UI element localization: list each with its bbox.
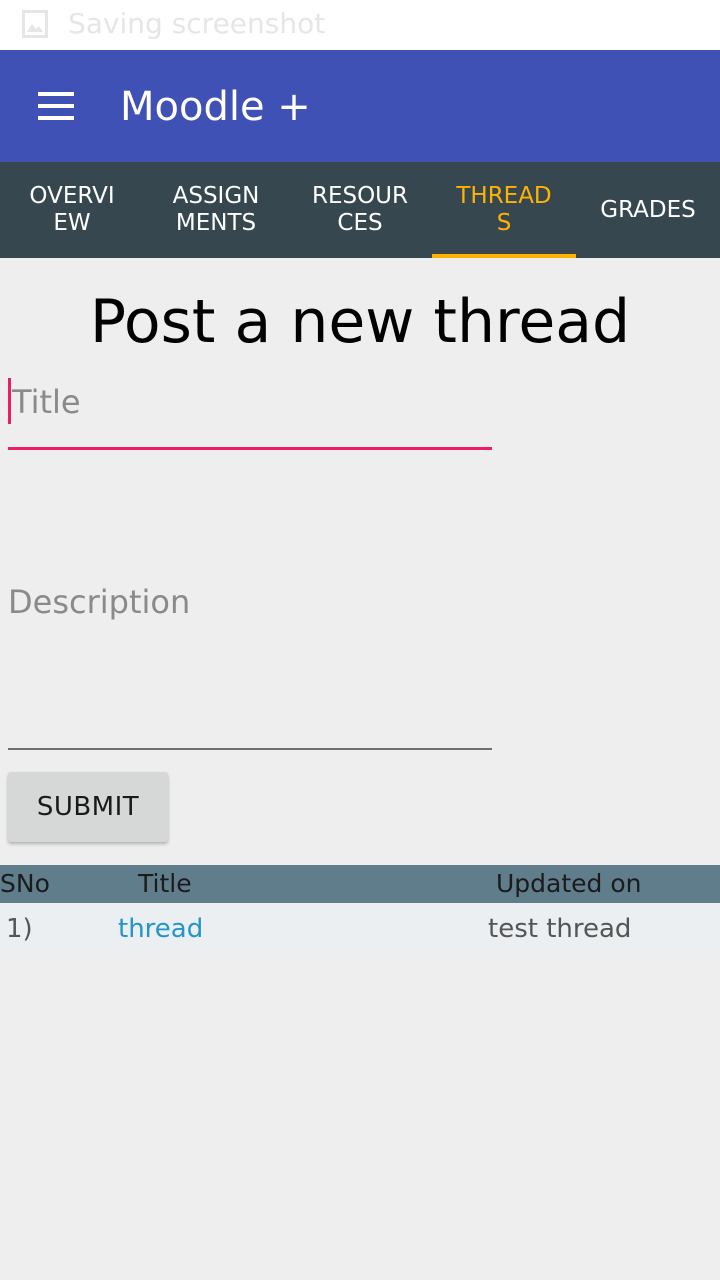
tab-label-line: ASSIGN [172,183,260,209]
active-tab-indicator [432,254,576,258]
page-title: Post a new thread [89,287,631,357]
tab-label-line: OVERVI [29,183,115,209]
status-bar: Saving screenshot [0,0,720,50]
tab-resources[interactable]: RESOUR CES [288,162,432,258]
title-underline [8,447,492,450]
tab-label-line: EW [53,210,91,236]
table-row: 1) thread test thread [0,903,720,951]
tab-label-line: GRADES [600,196,696,223]
thread-title-link[interactable]: thread [118,903,203,955]
description-input[interactable]: Description [8,578,492,750]
description-placeholder: Description [8,583,191,621]
column-header-updated: Updated on [496,869,642,898]
app-title: Moodle + [120,84,311,130]
tab-label-line: RESOUR [311,183,409,209]
tab-label-line: CES [337,210,383,236]
tab-assignments[interactable]: ASSIGN MENTS [144,162,288,258]
table-header: SNo Title Updated on [0,865,720,903]
tab-bar: OVERVI EW ASSIGN MENTS RESOUR CES THREAD… [0,162,720,258]
description-underline [8,748,492,750]
title-placeholder: Title [12,383,81,421]
tab-overview[interactable]: OVERVI EW [0,162,144,258]
column-header-sno: SNo [0,869,50,898]
tab-label-line: THREAD [456,183,552,209]
tab-label-line: MENTS [175,210,257,236]
tab-grades[interactable]: GRADES [576,162,720,258]
tab-threads[interactable]: THREAD S [432,162,576,258]
title-input[interactable]: Title [8,376,492,450]
image-icon [22,10,48,38]
column-header-title: Title [138,869,192,898]
status-notification-text: Saving screenshot [68,7,326,40]
app-bar: Moodle + [0,50,720,162]
submit-button[interactable]: SUBMIT [8,772,168,842]
text-cursor [8,378,11,424]
row-updated: test thread [488,914,632,944]
row-sno: 1) [6,914,33,944]
menu-icon[interactable] [38,92,74,120]
tab-label-line: S [496,210,512,236]
